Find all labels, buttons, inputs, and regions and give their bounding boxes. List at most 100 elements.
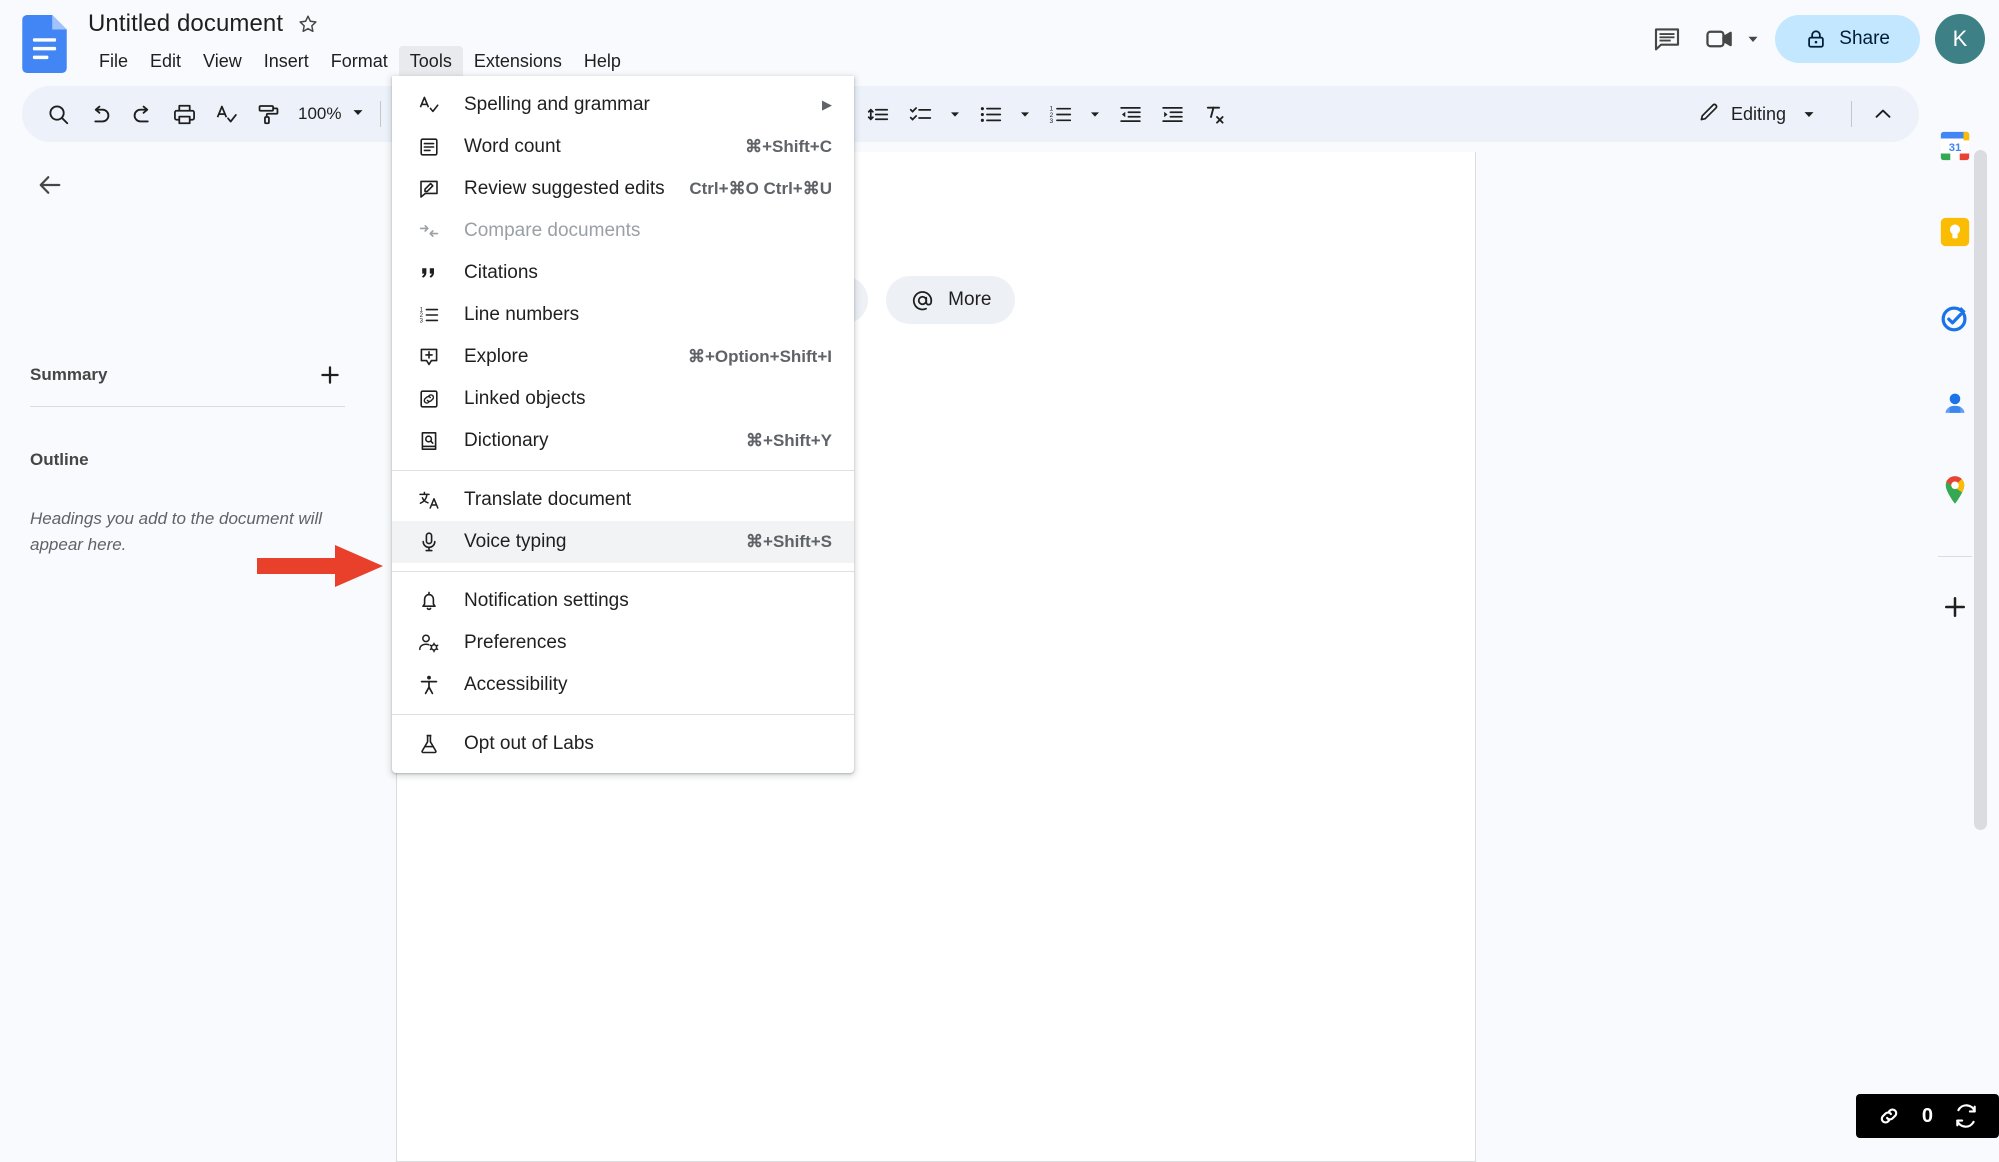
decrease-indent-button[interactable] xyxy=(1110,94,1150,134)
back-arrow-icon[interactable] xyxy=(30,165,70,205)
get-add-ons-plus-icon[interactable] xyxy=(1927,579,1983,635)
print-icon[interactable] xyxy=(164,94,204,134)
menu-format[interactable]: Format xyxy=(320,46,399,76)
menu-item-line-numbers[interactable]: 1 2 3 Line numbers xyxy=(392,294,854,336)
search-icon[interactable] xyxy=(38,94,78,134)
menu-extensions[interactable]: Extensions xyxy=(463,46,573,76)
google-calendar-icon[interactable]: 31 xyxy=(1927,118,1983,174)
google-keep-icon[interactable] xyxy=(1927,204,1983,260)
star-outline-icon[interactable] xyxy=(297,13,319,35)
collapse-toolbar-button[interactable] xyxy=(1863,94,1903,134)
menu-item-opt-out-of-labs[interactable]: Opt out of Labs xyxy=(392,723,854,765)
menu-item-voice-typing[interactable]: Voice typing ⌘+Shift+S xyxy=(392,521,854,563)
google-maps-icon[interactable] xyxy=(1927,462,1983,518)
bulleted-list-chevron-down-icon[interactable] xyxy=(1012,94,1038,134)
menu-item-notification-settings[interactable]: Notification settings xyxy=(392,580,854,622)
chip-more[interactable]: More xyxy=(886,276,1016,324)
increase-indent-button[interactable] xyxy=(1152,94,1192,134)
paint-format-icon[interactable] xyxy=(248,94,288,134)
share-button-label: Share xyxy=(1839,28,1890,49)
google-contacts-icon[interactable] xyxy=(1927,376,1983,432)
checklist-chevron-down-icon[interactable] xyxy=(942,94,968,134)
menu-bar: File Edit View Insert Format Tools Exten… xyxy=(88,46,632,76)
menu-item-word-count[interactable]: Word count ⌘+Shift+C xyxy=(392,126,854,168)
chevron-down-icon[interactable] xyxy=(349,103,367,126)
menu-item-label: Accessibility xyxy=(464,674,568,695)
menu-item-shortcut: Ctrl+⌘O Ctrl+⌘U xyxy=(689,179,832,198)
menu-item-accessibility[interactable]: Accessibility xyxy=(392,664,854,706)
numbered-list-button[interactable]: 1 2 3 xyxy=(1040,94,1080,134)
outline-sidebar: Summary Outline Headings you add to the … xyxy=(0,150,395,1138)
menu-item-label: Word count xyxy=(464,136,561,157)
menu-item-label: Line numbers xyxy=(464,304,580,325)
menu-item-translate-document[interactable]: Translate document xyxy=(392,479,854,521)
status-badge[interactable]: 0 xyxy=(1855,1094,1999,1138)
share-button[interactable]: Share xyxy=(1775,15,1920,63)
chip-label: More xyxy=(948,289,992,310)
menu-help[interactable]: Help xyxy=(573,46,632,76)
side-panel-rail: 31 xyxy=(1911,118,1999,1138)
zoom-control[interactable]: 100% xyxy=(292,103,367,126)
numbered-list-chevron-down-icon[interactable] xyxy=(1082,94,1108,134)
menu-tools[interactable]: Tools xyxy=(398,46,463,76)
editing-mode-button[interactable]: Editing xyxy=(1687,94,1794,134)
menu-item-linked-objects[interactable]: Linked objects xyxy=(392,378,854,420)
menu-item-label: Explore xyxy=(464,346,529,367)
undo-icon[interactable] xyxy=(80,94,120,134)
chevron-down-icon[interactable] xyxy=(1744,30,1762,48)
at-sign-icon xyxy=(910,288,935,313)
google-docs-logo-icon[interactable] xyxy=(22,15,67,73)
svg-text:3: 3 xyxy=(420,319,424,325)
menu-edit[interactable]: Edit xyxy=(139,46,192,76)
checklist-button[interactable] xyxy=(900,94,940,134)
redo-icon[interactable] xyxy=(122,94,162,134)
spellcheck-icon[interactable] xyxy=(206,94,246,134)
menu-item-review-suggested-edits[interactable]: Review suggested edits Ctrl+⌘O Ctrl+⌘U xyxy=(392,168,854,210)
menu-item-label: Preferences xyxy=(464,632,567,653)
accessibility-icon xyxy=(416,672,442,698)
summary-divider xyxy=(30,406,345,407)
editing-mode-chevron-down-icon[interactable] xyxy=(1796,94,1822,134)
comment-history-icon[interactable] xyxy=(1643,15,1691,63)
video-camera-icon[interactable] xyxy=(1696,15,1744,63)
citations-icon xyxy=(416,260,442,286)
explore-icon xyxy=(416,344,442,370)
menu-item-explore[interactable]: Explore ⌘+Option+Shift+I xyxy=(392,336,854,378)
meet-button-group[interactable] xyxy=(1696,15,1762,63)
line-numbers-icon: 1 2 3 xyxy=(416,302,442,328)
review-edits-icon xyxy=(416,176,442,202)
page-title[interactable]: Untitled document xyxy=(88,10,283,38)
clear-formatting-button[interactable] xyxy=(1194,94,1234,134)
translate-icon xyxy=(416,487,442,513)
formatting-toolbar: 100% B I U xyxy=(22,86,1919,142)
header-actions: Share K xyxy=(1643,8,1985,70)
bulleted-list-button[interactable] xyxy=(970,94,1010,134)
svg-text:3: 3 xyxy=(1049,117,1053,124)
refresh-icon[interactable] xyxy=(1953,1103,1979,1129)
google-tasks-icon[interactable] xyxy=(1927,290,1983,346)
submenu-arrow-icon: ▶ xyxy=(822,97,832,112)
menu-file[interactable]: File xyxy=(88,46,139,76)
avatar[interactable]: K xyxy=(1935,14,1985,64)
document-title-row: Untitled document xyxy=(88,10,319,38)
menu-item-citations[interactable]: Citations xyxy=(392,252,854,294)
menu-item-spelling-and-grammar[interactable]: Spelling and grammar ▶ xyxy=(392,84,854,126)
add-summary-plus-icon[interactable] xyxy=(315,360,345,390)
tools-dropdown-menu: Spelling and grammar ▶ Word count ⌘+Shif… xyxy=(392,76,854,773)
menu-item-shortcut: ⌘+Shift+Y xyxy=(746,431,832,450)
menu-view[interactable]: View xyxy=(192,46,253,76)
menu-item-dictionary[interactable]: Dictionary ⌘+Shift+Y xyxy=(392,420,854,462)
menu-item-preferences[interactable]: Preferences xyxy=(392,622,854,664)
svg-text:31: 31 xyxy=(1949,142,1962,154)
toolbar-divider xyxy=(1851,101,1852,127)
annotation-arrow xyxy=(257,541,387,596)
menu-item-shortcut: ⌘+Shift+C xyxy=(745,137,832,156)
rail-divider xyxy=(1938,556,1972,557)
menu-insert[interactable]: Insert xyxy=(253,46,320,76)
pencil-icon xyxy=(1697,100,1721,129)
menu-item-label: Opt out of Labs xyxy=(464,733,594,754)
status-count: 0 xyxy=(1921,1104,1933,1127)
outline-label: Outline xyxy=(30,450,89,469)
line-spacing-button[interactable] xyxy=(858,94,898,134)
menu-item-label: Voice typing xyxy=(464,531,567,552)
